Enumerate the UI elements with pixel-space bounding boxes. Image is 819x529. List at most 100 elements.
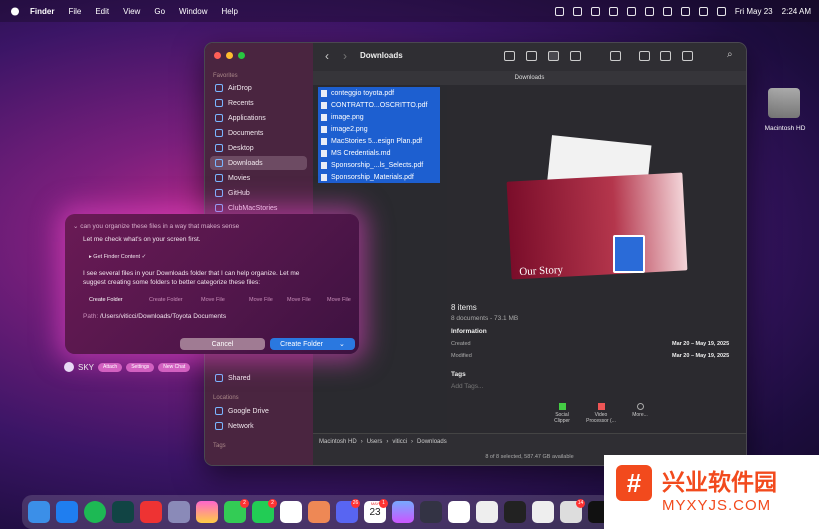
- action-move-file[interactable]: Move File: [327, 297, 351, 303]
- terminal-icon[interactable]: [112, 501, 134, 523]
- menu-extra-icon[interactable]: [590, 6, 600, 16]
- menu-extra-icon[interactable]: [572, 6, 582, 16]
- sidebar-item-downloads[interactable]: Downloads: [210, 156, 307, 170]
- apple-menu-icon[interactable]: [10, 6, 20, 16]
- close-button[interactable]: [214, 52, 221, 59]
- chevron-down-icon[interactable]: ⌄: [73, 223, 78, 230]
- attach-button[interactable]: Attach: [98, 362, 123, 372]
- photos-icon[interactable]: [196, 501, 218, 523]
- action-move-file[interactable]: Move File: [249, 297, 273, 303]
- file-item[interactable]: image2.png: [318, 123, 440, 135]
- mastodon-icon[interactable]: [168, 501, 190, 523]
- shortcuts-icon[interactable]: [392, 501, 414, 523]
- share-icon[interactable]: [639, 51, 650, 61]
- control-center-icon[interactable]: [716, 6, 726, 16]
- notification-badge: 1: [379, 499, 388, 508]
- menu-edit[interactable]: Edit: [95, 7, 109, 16]
- sidebar-item-clubmacstories[interactable]: ClubMacStories: [210, 201, 307, 215]
- menu-extra-icon[interactable]: [626, 6, 636, 16]
- create-folder-button[interactable]: Create Folder ⌄: [270, 338, 355, 350]
- app-store-icon[interactable]: [56, 501, 78, 523]
- claude-icon[interactable]: [308, 501, 330, 523]
- sidebar-item-network[interactable]: Network: [210, 419, 307, 433]
- back-icon[interactable]: ‹: [325, 49, 329, 63]
- app-icon[interactable]: [420, 501, 442, 523]
- sidebar-item-github[interactable]: GitHub: [210, 186, 307, 200]
- hard-drive-icon[interactable]: [768, 88, 800, 118]
- menu-app-name[interactable]: Finder: [30, 7, 54, 16]
- sidebar-item-google-drive[interactable]: Google Drive: [210, 404, 307, 418]
- icon-view-icon[interactable]: [504, 51, 515, 61]
- sidebar-item-movies[interactable]: Movies: [210, 171, 307, 185]
- sidebar-item-applications[interactable]: Applications: [210, 111, 307, 125]
- gallery-view-icon[interactable]: [570, 51, 581, 61]
- sidebar-section-tags: Tags: [213, 443, 226, 449]
- file-item[interactable]: CONTRATTO...OSCRITTO.pdf: [318, 99, 440, 111]
- chevron-down-icon[interactable]: ⌄: [339, 340, 345, 348]
- sidebar-item-desktop[interactable]: Desktop: [210, 141, 307, 155]
- markdown-file-icon: [321, 149, 327, 157]
- menu-extra-icon[interactable]: [608, 6, 618, 16]
- menu-window[interactable]: Window: [179, 7, 207, 16]
- menu-time[interactable]: 2:24 AM: [782, 7, 811, 16]
- sidebar-item-airdrop[interactable]: AirDrop: [210, 81, 307, 95]
- minimize-button[interactable]: [226, 52, 233, 59]
- vivaldi-icon[interactable]: [140, 501, 162, 523]
- quick-action-more[interactable]: More...: [625, 403, 655, 418]
- cancel-button[interactable]: Cancel: [180, 338, 265, 350]
- finder-icon[interactable]: [28, 501, 50, 523]
- search-icon[interactable]: ⌕: [727, 49, 733, 60]
- menu-extra-icon[interactable]: [644, 6, 654, 16]
- pdf-file-icon: [321, 89, 327, 97]
- notes-icon[interactable]: [532, 501, 554, 523]
- list-view-icon[interactable]: [526, 51, 537, 61]
- calendar-day: 23: [369, 507, 381, 518]
- layers-icon[interactable]: [504, 501, 526, 523]
- file-item[interactable]: conteggio toyota.pdf: [318, 87, 440, 99]
- menu-view[interactable]: View: [123, 7, 140, 16]
- notion-icon[interactable]: [448, 501, 470, 523]
- path-segment[interactable]: viticci: [392, 439, 407, 445]
- file-item[interactable]: Sponsorship_Materials.pdf: [318, 171, 440, 183]
- action-create-folder[interactable]: Create Folder: [89, 297, 123, 303]
- menu-file[interactable]: File: [68, 7, 81, 16]
- action-move-file[interactable]: Move File: [287, 297, 311, 303]
- path-segment[interactable]: Downloads: [417, 439, 447, 445]
- action-create-folder[interactable]: Create Folder: [149, 297, 183, 303]
- tag-icon[interactable]: [660, 51, 671, 61]
- column-view-icon[interactable]: [548, 51, 559, 61]
- hard-drive-label: Macintosh HD: [764, 125, 806, 132]
- fantastical-icon[interactable]: [476, 501, 498, 523]
- tags-input[interactable]: Add Tags...: [451, 383, 483, 390]
- path-segment[interactable]: Macintosh HD: [319, 439, 357, 445]
- settings-button[interactable]: Settings: [126, 362, 155, 372]
- file-item[interactable]: MS Credentials.md: [318, 147, 440, 159]
- group-icon[interactable]: [610, 51, 621, 61]
- spotify-icon[interactable]: [84, 501, 106, 523]
- battery-icon[interactable]: [680, 6, 690, 16]
- new-chat-button[interactable]: New Chat: [158, 362, 191, 372]
- file-item[interactable]: Sponsorship_...ls_Selects.pdf: [318, 159, 440, 171]
- sidebar-item-label: Shared: [228, 374, 251, 382]
- menu-go[interactable]: Go: [154, 7, 165, 16]
- action-move-file[interactable]: Move File: [201, 297, 225, 303]
- menu-extra-icon[interactable]: [662, 6, 672, 16]
- tags-heading: Tags: [451, 371, 466, 378]
- menu-extra-icon[interactable]: [554, 6, 564, 16]
- sidebar-item-documents[interactable]: Documents: [210, 126, 307, 140]
- menu-date[interactable]: Fri May 23: [735, 7, 773, 16]
- more-actions-icon[interactable]: [682, 51, 693, 61]
- path-segment[interactable]: Users: [367, 439, 383, 445]
- sidebar-item-shared[interactable]: Shared: [210, 371, 307, 385]
- zoom-button[interactable]: [238, 52, 245, 59]
- notification-badge: 2: [268, 499, 277, 508]
- chatgpt-icon[interactable]: [280, 501, 302, 523]
- forward-icon[interactable]: ›: [343, 49, 347, 63]
- sidebar-item-recents[interactable]: Recents: [210, 96, 307, 110]
- file-item[interactable]: MacStories 5...esign Plan.pdf: [318, 135, 440, 147]
- file-item[interactable]: image.png: [318, 111, 440, 123]
- quick-action-social-clipper[interactable]: Social Clipper: [547, 403, 577, 424]
- wifi-icon[interactable]: [698, 6, 708, 16]
- menu-help[interactable]: Help: [221, 7, 237, 16]
- quick-action-video-processor[interactable]: Video Processor (...: [584, 403, 618, 424]
